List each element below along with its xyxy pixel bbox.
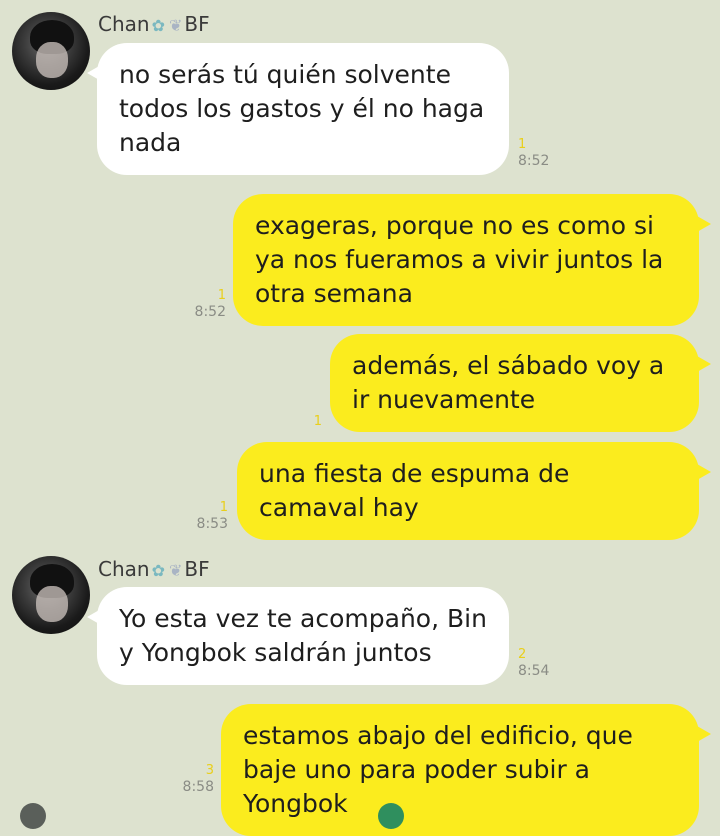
message-meta: 1 (300, 414, 322, 430)
message-text: exageras, porque no es como si ya nos fu… (255, 211, 664, 308)
read-count: 1 (313, 414, 322, 429)
message-time: 8:58 (182, 779, 214, 795)
sender-avatar[interactable] (12, 556, 90, 634)
message-text: no serás tú quién solvente todos los gas… (119, 60, 485, 157)
wing-icon: ❦ (168, 16, 183, 35)
sender-suffix: BF (184, 557, 210, 581)
send-button[interactable] (378, 803, 404, 829)
read-count: 1 (217, 288, 226, 303)
message-meta: 1 8:52 (518, 137, 549, 169)
message-time: 8:53 (196, 516, 228, 532)
message-meta: 1 8:53 (192, 500, 228, 532)
attach-button[interactable] (20, 803, 46, 829)
sender-name-header: Chan ✿ ❦ BF (98, 557, 210, 581)
message-bubble-incoming[interactable]: Yo esta vez te acompaño, Bin y Yongbok s… (87, 587, 509, 685)
message-meta: 3 8:58 (176, 763, 214, 795)
message-time: 8:52 (194, 304, 226, 320)
message-meta: 1 8:52 (190, 288, 226, 320)
message-text: una fiesta de espuma de camaval hay (259, 459, 570, 522)
message-text: estamos abajo del edificio, que baje uno… (243, 721, 633, 818)
message-bubble-outgoing[interactable]: además, el sábado voy a ir nuevamente (330, 334, 711, 432)
sender-suffix: BF (184, 12, 210, 36)
read-count: 3 (205, 763, 214, 778)
angel-icon: ✿ (151, 561, 165, 580)
message-time: 8:54 (518, 663, 550, 679)
sender-name: Chan (98, 557, 150, 581)
sender-name: Chan (98, 12, 150, 36)
message-meta: 2 8:54 (518, 647, 549, 679)
read-count: 1 (219, 500, 228, 515)
message-time: 8:52 (518, 153, 550, 169)
wing-icon: ❦ (168, 561, 183, 580)
read-count: 1 (518, 137, 527, 152)
message-bubble-outgoing[interactable]: una fiesta de espuma de camaval hay (237, 442, 711, 540)
read-count: 2 (518, 647, 527, 662)
message-bubble-incoming[interactable]: no serás tú quién solvente todos los gas… (87, 43, 509, 175)
message-text: además, el sábado voy a ir nuevamente (352, 351, 665, 414)
sender-name-header: Chan ✿ ❦ BF (98, 12, 210, 36)
angel-icon: ✿ (151, 16, 165, 35)
message-bubble-outgoing[interactable]: estamos abajo del edificio, que baje uno… (221, 704, 711, 836)
message-bubble-outgoing[interactable]: exageras, porque no es como si ya nos fu… (233, 194, 711, 326)
message-text: Yo esta vez te acompaño, Bin y Yongbok s… (119, 604, 487, 667)
sender-avatar[interactable] (12, 12, 90, 90)
